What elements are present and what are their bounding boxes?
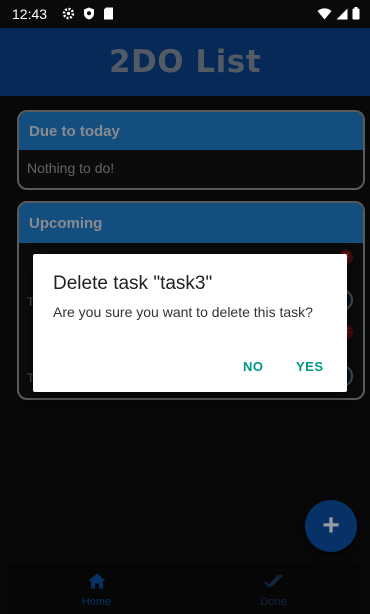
wifi-icon: [317, 7, 332, 25]
status-time: 12:43: [12, 6, 48, 22]
battery-icon: [352, 7, 360, 25]
status-icons-left: [62, 7, 114, 25]
dialog-message: Are you sure you want to delete this tas…: [53, 304, 313, 320]
no-button[interactable]: NO: [243, 359, 264, 374]
sd-card-icon: [103, 7, 114, 25]
shield-icon: [83, 7, 95, 25]
settings-icon: [62, 7, 75, 25]
yes-button[interactable]: YES: [296, 359, 324, 374]
delete-task-dialog: Delete task "task3" Are you sure you wan…: [33, 254, 347, 392]
dialog-title: Delete task "task3": [53, 273, 213, 294]
status-bar: 12:43: [0, 0, 370, 28]
app-screen: 12:43 2DO List Due to today Nothing to d…: [0, 0, 370, 614]
signal-icon: [336, 7, 348, 25]
status-icons-right: [317, 7, 360, 25]
